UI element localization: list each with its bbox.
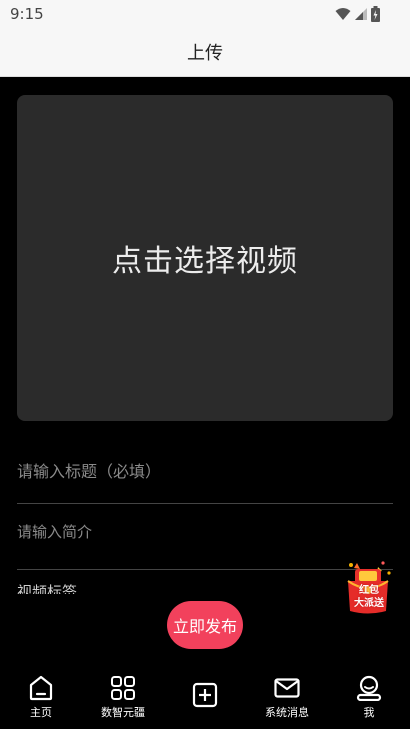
upload-screen: 9:15 上传 点击选择视频 请输入标题（必填） 请输入简介 视频标签 立即发布… xyxy=(0,0,410,729)
wifi-icon xyxy=(335,8,351,20)
tags-label: 视频标签 xyxy=(17,583,78,594)
publish-button[interactable]: 立即发布 xyxy=(167,601,243,649)
title-input[interactable] xyxy=(17,458,393,484)
nav-label-shuzhi: 数智元疆 xyxy=(101,706,145,719)
page-title: 上传 xyxy=(187,43,223,64)
nav-item-home[interactable]: 主页 xyxy=(6,664,76,729)
title-divider xyxy=(17,503,393,504)
nav-label-me: 我 xyxy=(363,706,375,719)
intro-field-container xyxy=(17,519,393,570)
nav-label-messages: 系统消息 xyxy=(265,706,309,719)
nav-item-me[interactable]: 我 xyxy=(334,664,404,729)
profile-icon xyxy=(356,675,382,701)
grid-icon xyxy=(110,675,136,701)
video-picker[interactable]: 点击选择视频 xyxy=(17,95,393,421)
status-icons xyxy=(335,5,380,23)
tags-field[interactable]: 视频标签 xyxy=(17,582,217,594)
signal-icon xyxy=(355,8,367,20)
nav-label-home: 主页 xyxy=(30,706,52,719)
title-field-container xyxy=(17,458,393,504)
bottom-nav: 主页 数智元疆 系统消息 我 xyxy=(0,664,410,729)
nav-item-upload[interactable] xyxy=(170,664,240,729)
video-picker-label: 点击选择视频 xyxy=(112,244,298,279)
add-square-icon xyxy=(192,682,218,708)
red-packet-line1: 红包 xyxy=(359,585,379,596)
red-packet-text: 红包 大派送 xyxy=(347,584,391,610)
nav-item-shuzhi[interactable]: 数智元疆 xyxy=(88,664,158,729)
mail-icon xyxy=(274,675,300,701)
header: 上传 xyxy=(0,28,410,77)
battery-icon xyxy=(371,6,380,22)
home-icon xyxy=(29,675,53,701)
intro-divider xyxy=(17,569,393,570)
red-packet-line2: 大派送 xyxy=(354,598,384,609)
status-time: 9:15 xyxy=(10,5,44,23)
red-packet-promo[interactable]: 红包 大派送 xyxy=(343,559,393,615)
nav-item-messages[interactable]: 系统消息 xyxy=(252,664,322,729)
status-bar: 9:15 xyxy=(0,0,410,28)
intro-input[interactable] xyxy=(17,519,393,545)
